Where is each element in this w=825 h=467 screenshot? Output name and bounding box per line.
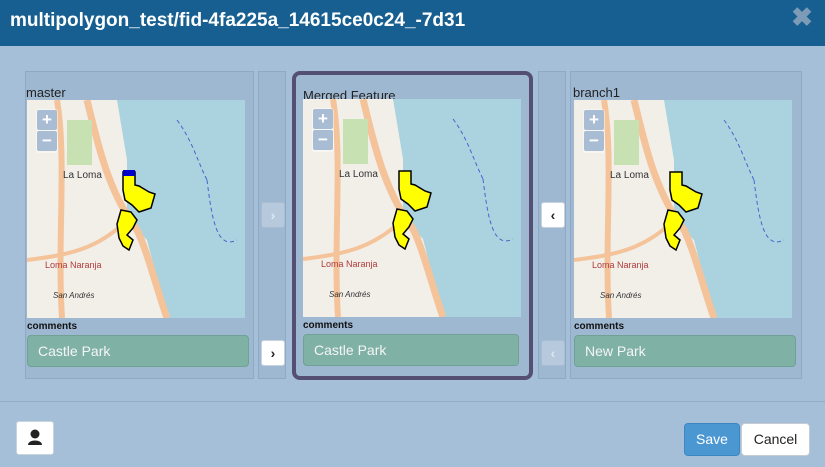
place-la-loma: La Loma <box>610 170 649 181</box>
comment-field-branch1[interactable]: New Park <box>574 335 796 367</box>
map-tiles: La Loma Loma Naranja San Andrés <box>303 99 521 317</box>
panel-merged: Merged Feature La Loma Loma Naranja San … <box>292 71 533 380</box>
save-button[interactable]: Save <box>684 423 740 456</box>
place-la-loma: La Loma <box>339 169 378 180</box>
cancel-button[interactable]: Cancel <box>741 423 810 456</box>
comment-field-master[interactable]: Castle Park <box>27 335 249 367</box>
place-loma-naranja: Loma Naranja <box>321 259 378 269</box>
zoom-control: + − <box>312 108 334 152</box>
comments-label: comments <box>303 320 354 331</box>
zoom-in-button[interactable]: + <box>313 109 333 129</box>
user-button[interactable] <box>16 421 54 455</box>
place-loma-naranja: Loma Naranja <box>45 260 102 270</box>
panel-master: master La Loma Loma Naranja San Andrés +… <box>25 71 254 379</box>
zoom-in-button[interactable]: + <box>37 110 57 130</box>
zoom-control: + − <box>36 109 58 153</box>
close-icon[interactable]: ✖ <box>789 4 815 30</box>
map-tiles: La Loma Loma Naranja San Andrés <box>27 100 245 318</box>
map-tiles: La Loma Loma Naranja San Andrés <box>574 100 792 318</box>
zoom-out-button[interactable]: − <box>37 131 57 151</box>
dialog-titlebar: multipolygon_test/fid-4fa225a_14615ce0c2… <box>0 0 825 46</box>
map-master[interactable]: La Loma Loma Naranja San Andrés + − <box>27 100 245 318</box>
panel-branch1: branch1 La Loma Loma Naranja San Andrés … <box>570 71 802 379</box>
place-loma-naranja: Loma Naranja <box>592 260 649 270</box>
comments-label: comments <box>27 321 78 332</box>
zoom-control: + − <box>583 109 605 153</box>
merge-arrow-left-bottom[interactable]: ‹ <box>541 340 565 366</box>
place-san-andres: San Andrés <box>600 291 642 300</box>
comment-field-merged[interactable]: Castle Park <box>303 334 519 366</box>
user-icon <box>28 429 42 445</box>
merge-arrow-right-bottom[interactable]: › <box>261 340 285 366</box>
place-san-andres: San Andrés <box>329 290 371 299</box>
dialog-title: multipolygon_test/fid-4fa225a_14615ce0c2… <box>10 10 466 31</box>
place-la-loma: La Loma <box>63 170 102 181</box>
panel-label: master <box>26 85 66 100</box>
map-merged[interactable]: La Loma Loma Naranja San Andrés + − <box>303 99 521 317</box>
map-branch1[interactable]: La Loma Loma Naranja San Andrés + − <box>574 100 792 318</box>
zoom-out-button[interactable]: − <box>584 131 604 151</box>
comments-label: comments <box>574 321 625 332</box>
place-san-andres: San Andrés <box>53 291 95 300</box>
merge-arrow-left-top[interactable]: ‹ <box>541 202 565 228</box>
zoom-in-button[interactable]: + <box>584 110 604 130</box>
panel-label: branch1 <box>573 85 620 100</box>
merge-arrow-right-top[interactable]: › <box>261 202 285 228</box>
zoom-out-button[interactable]: − <box>313 130 333 150</box>
